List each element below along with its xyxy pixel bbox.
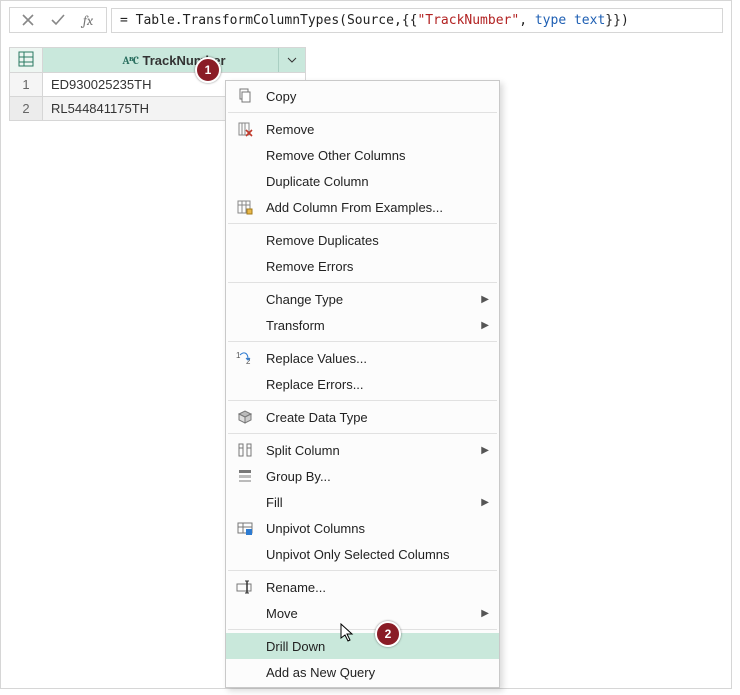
formula-bar-buttons: fx <box>9 7 107 33</box>
text-type-icon: AᴮC <box>122 54 138 67</box>
formula-bar: fx = Table.TransformColumnTypes(Source,{… <box>1 1 731 39</box>
submenu-arrow-icon: ▶ <box>479 445 489 456</box>
menu-duplicate-column[interactable]: Duplicate Column <box>226 168 499 194</box>
menu-fill[interactable]: Fill ▶ <box>226 489 499 515</box>
menu-unpivot-columns[interactable]: Unpivot Columns <box>226 515 499 541</box>
menu-separator <box>228 400 497 401</box>
menu-drill-down[interactable]: Drill Down <box>226 633 499 659</box>
cancel-formula-icon[interactable] <box>20 12 36 28</box>
menu-remove-other-columns[interactable]: Remove Other Columns <box>226 142 499 168</box>
replace-values-icon: 12 <box>234 349 256 367</box>
fx-icon[interactable]: fx <box>80 12 96 28</box>
remove-column-icon <box>234 120 256 138</box>
submenu-arrow-icon: ▶ <box>479 608 489 619</box>
menu-add-column-from-examples[interactable]: Add Column From Examples... <box>226 194 499 220</box>
submenu-arrow-icon: ▶ <box>479 497 489 508</box>
menu-create-data-type[interactable]: Create Data Type <box>226 404 499 430</box>
menu-separator <box>228 341 497 342</box>
copy-icon <box>234 87 256 105</box>
annotation-badge-2: 2 <box>375 621 401 647</box>
group-by-icon <box>234 467 256 485</box>
table-icon <box>18 51 34 67</box>
formula-text: = <box>120 13 136 28</box>
menu-separator <box>228 629 497 630</box>
column-header-tracknumber[interactable]: AᴮC TrackNumber <box>43 48 306 73</box>
column-context-menu: Copy Remove Remove Other Columns Duplica… <box>225 80 500 688</box>
menu-separator <box>228 570 497 571</box>
menu-change-type[interactable]: Change Type ▶ <box>226 286 499 312</box>
data-type-icon <box>234 408 256 426</box>
row-header: 1 <box>10 73 43 97</box>
split-column-icon <box>234 441 256 459</box>
menu-add-as-new-query[interactable]: Add as New Query <box>226 659 499 685</box>
svg-text:1: 1 <box>236 351 241 360</box>
table-corner[interactable] <box>10 48 43 73</box>
row-header: 2 <box>10 97 43 121</box>
menu-copy[interactable]: Copy <box>226 83 499 109</box>
submenu-arrow-icon: ▶ <box>479 320 489 331</box>
menu-remove-duplicates[interactable]: Remove Duplicates <box>226 227 499 253</box>
menu-split-column[interactable]: Split Column ▶ <box>226 437 499 463</box>
menu-replace-errors[interactable]: Replace Errors... <box>226 371 499 397</box>
annotation-badge-1: 1 <box>195 57 221 83</box>
menu-transform[interactable]: Transform ▶ <box>226 312 499 338</box>
menu-remove-errors[interactable]: Remove Errors <box>226 253 499 279</box>
unpivot-icon <box>234 519 256 537</box>
menu-separator <box>228 223 497 224</box>
rename-icon <box>234 578 256 596</box>
menu-separator <box>228 433 497 434</box>
column-filter-button[interactable] <box>278 48 305 72</box>
menu-move[interactable]: Move ▶ <box>226 600 499 626</box>
menu-unpivot-only-selected[interactable]: Unpivot Only Selected Columns <box>226 541 499 567</box>
menu-separator <box>228 112 497 113</box>
add-column-icon <box>234 198 256 216</box>
formula-input[interactable]: = Table.TransformColumnTypes(Source,{{"T… <box>111 8 723 33</box>
menu-separator <box>228 282 497 283</box>
menu-group-by[interactable]: Group By... <box>226 463 499 489</box>
confirm-formula-icon[interactable] <box>50 12 66 28</box>
menu-remove[interactable]: Remove <box>226 116 499 142</box>
menu-rename[interactable]: Rename... <box>226 574 499 600</box>
menu-replace-values[interactable]: 12 Replace Values... <box>226 345 499 371</box>
submenu-arrow-icon: ▶ <box>479 294 489 305</box>
